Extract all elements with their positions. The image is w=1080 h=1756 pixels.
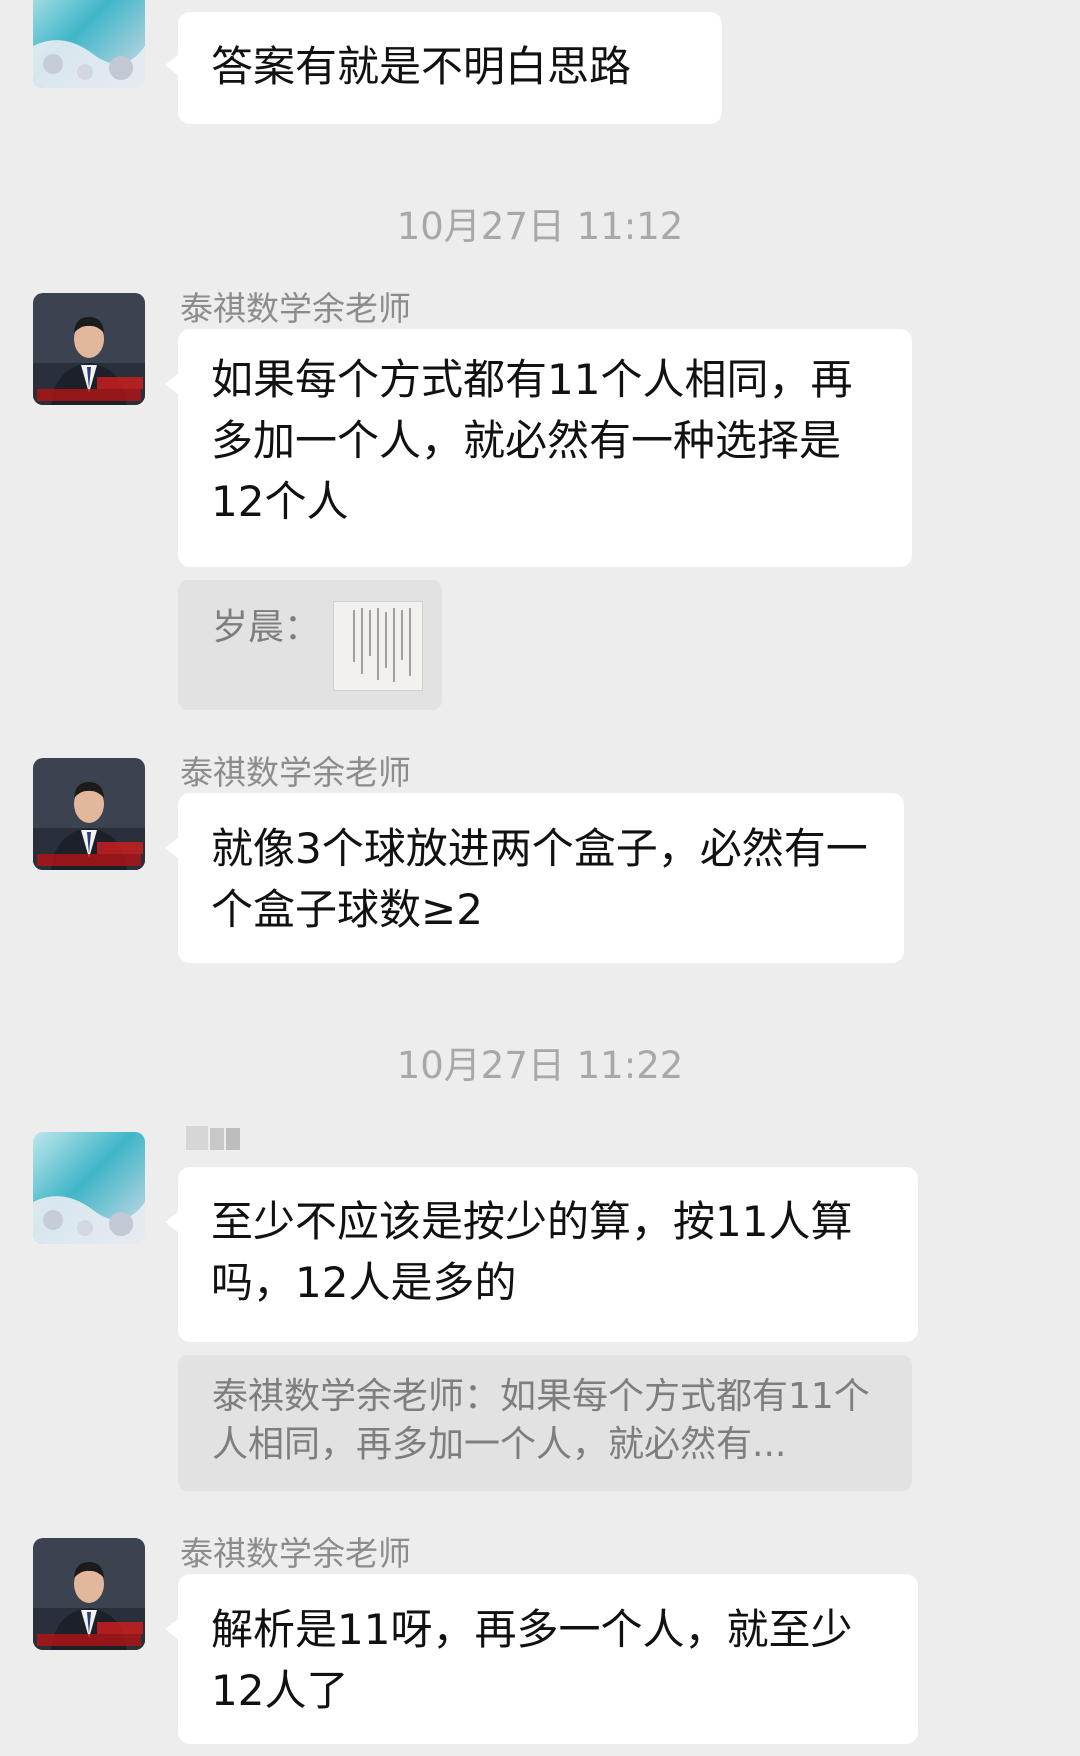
blurred-sender-name xyxy=(184,1122,242,1154)
teacher-avatar[interactable] xyxy=(33,293,145,405)
quoted-image-card[interactable]: 岁晨： xyxy=(178,580,442,710)
beach-avatar[interactable] xyxy=(33,0,145,88)
message-bubble[interactable]: 答案有就是不明白思路 xyxy=(165,12,722,124)
teacher-avatar[interactable] xyxy=(33,1538,145,1650)
message-text: 如果每个方式都有11个人相同，再多加一个人，就必然有一种选择是12个人 xyxy=(211,355,853,526)
sender-name: 泰祺数学余老师 xyxy=(180,289,411,328)
timestamp: 10月27日 11:12 xyxy=(396,205,684,248)
message-bubble[interactable]: 如果每个方式都有11个人相同，再多加一个人，就必然有一种选择是12个人 xyxy=(165,329,912,567)
timestamp: 10月27日 11:22 xyxy=(396,1044,684,1087)
quoted-text: 泰祺数学余老师：如果每个方式都有11个人相同，再多加一个人，就必然有... xyxy=(212,1376,870,1465)
sender-name: 泰祺数学余老师 xyxy=(180,753,411,792)
message-text: 就像3个球放进两个盒子，必然有一个盒子球数≥2 xyxy=(211,824,868,934)
sender-name: 泰祺数学余老师 xyxy=(180,1534,411,1573)
message-bubble[interactable]: 解析是11呀，再多一个人，就至少12人了 xyxy=(165,1574,918,1744)
beach-avatar[interactable] xyxy=(33,1132,145,1244)
quoted-message[interactable]: 泰祺数学余老师：如果每个方式都有11个人相同，再多加一个人，就必然有... xyxy=(178,1355,912,1491)
quote-sender: 岁晨： xyxy=(212,607,321,648)
teacher-avatar[interactable] xyxy=(33,758,145,870)
message-text: 答案有就是不明白思路 xyxy=(211,42,632,91)
message-bubble[interactable]: 就像3个球放进两个盒子，必然有一个盒子球数≥2 xyxy=(165,793,904,963)
message-text: 解析是11呀，再多一个人，就至少12人了 xyxy=(211,1605,853,1715)
message-bubble[interactable]: 至少不应该是按少的算，按11人算吗，12人是多的 xyxy=(165,1167,918,1342)
message-text: 至少不应该是按少的算，按11人算吗，12人是多的 xyxy=(211,1197,853,1307)
image-thumbnail[interactable] xyxy=(333,601,423,691)
